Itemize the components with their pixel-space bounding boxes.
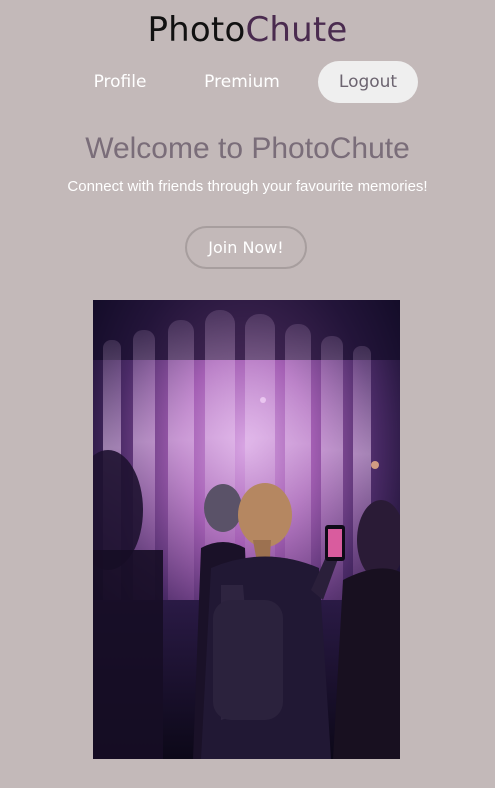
page: PhotoChute Profile Premium Logout Welcom… [0,0,495,788]
logo-part-chute: Chute [245,10,348,50]
logo-part-photo: Photo [147,10,246,50]
hero-image [93,300,400,759]
main-nav: Profile Premium Logout [0,61,495,103]
nav-premium-link[interactable]: Premium [192,61,292,103]
welcome-heading: Welcome to PhotoChute [85,132,410,165]
app-logo[interactable]: PhotoChute [0,10,495,50]
logout-button[interactable]: Logout [318,61,418,103]
nav-profile-link[interactable]: Profile [80,61,160,103]
tagline: Connect with friends through your favour… [67,178,428,195]
hero-photo-illustration [93,300,400,759]
join-now-button[interactable]: Join Now! [185,226,307,269]
